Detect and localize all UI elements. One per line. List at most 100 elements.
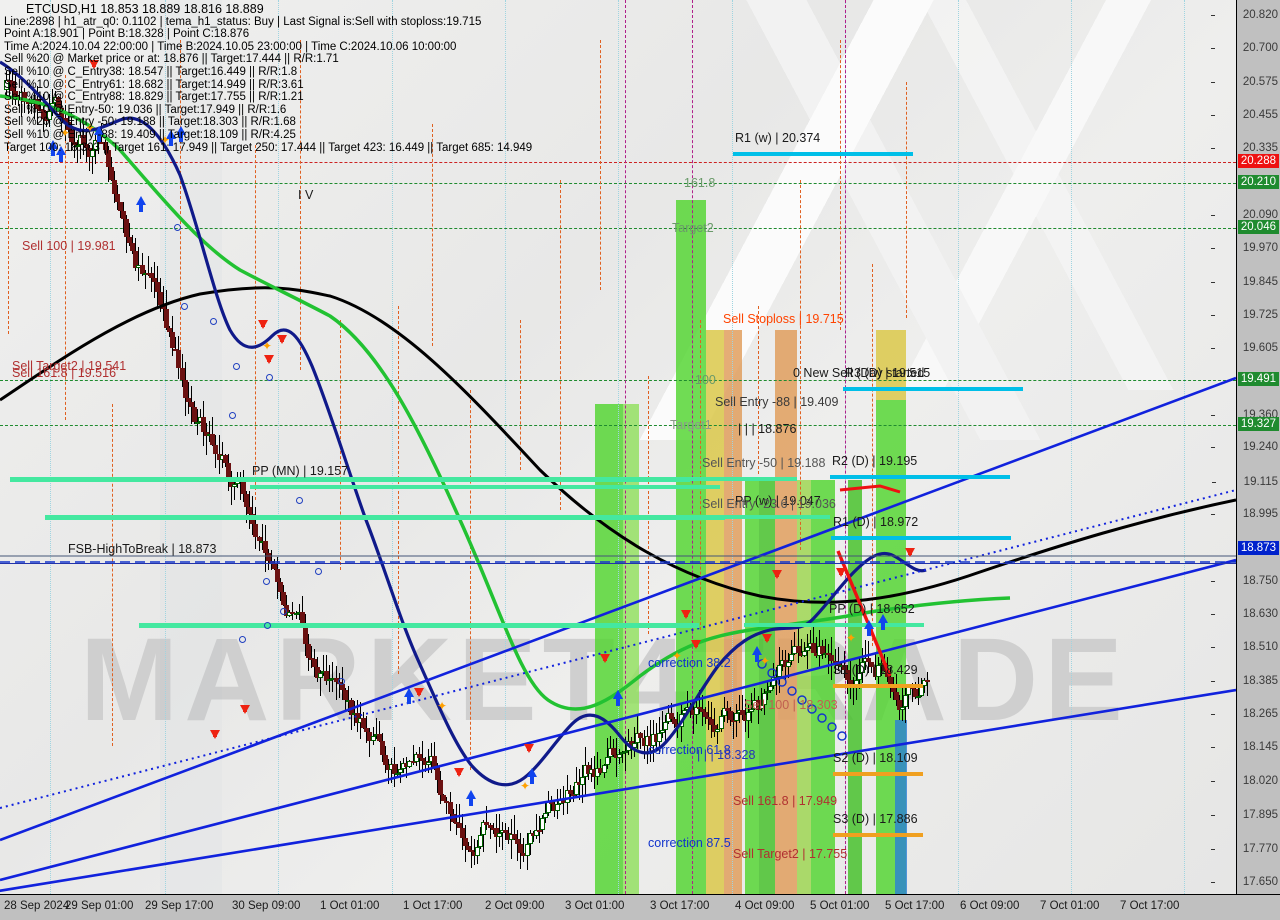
annotation-label: | | | 18.328 <box>697 747 756 762</box>
annotation-label: Target2 <box>672 221 714 235</box>
star-marker-icon: ✦ <box>520 779 531 793</box>
buy-arrow-icon <box>466 790 476 806</box>
price-tick-label: 19.845 <box>1210 276 1278 288</box>
annotation-label: Sell 100 | 19.981 <box>22 238 116 253</box>
info-line-2: Time A:2024.10.04 22:00:00 | Time B:2024… <box>4 40 457 53</box>
time-tick-label: 3 Oct 01:00 <box>565 900 625 912</box>
time-tick-label: 30 Sep 09:00 <box>232 900 301 912</box>
session-band <box>706 330 724 894</box>
pivot-level-line <box>10 476 690 482</box>
annotation-label: Sell 161.8 | 17.949 <box>733 794 838 809</box>
price-badge[interactable]: 20.046 <box>1237 220 1279 234</box>
fractal-circle-icon <box>280 608 287 615</box>
annotation-level-line <box>831 535 1011 540</box>
indicator-box-edge <box>340 320 341 570</box>
time-tick-label: 29 Sep 01:00 <box>65 900 134 912</box>
price-tick-mark <box>1210 713 1215 715</box>
session-band <box>775 330 797 894</box>
fractal-circle-icon <box>210 318 217 325</box>
annotation-label: R1 (D) | 18.972 <box>833 514 919 529</box>
price-badge[interactable]: 20.210 <box>1237 175 1279 190</box>
fractal-circle-icon <box>229 412 236 419</box>
price-tick-mark <box>1210 681 1215 683</box>
price-tick-label: 19.605 <box>1210 342 1278 354</box>
price-tick-mark <box>1210 815 1215 817</box>
price-tick-mark <box>1210 614 1215 616</box>
sell-arrow-icon <box>524 744 534 753</box>
annotation-label: correction 38.2 <box>648 655 731 670</box>
pivot-level-line <box>139 623 699 629</box>
price-tick-mark <box>1210 314 1215 316</box>
price-badge[interactable]: 19.491 <box>1237 371 1279 386</box>
buy-arrow-icon <box>404 688 414 704</box>
indicator-box-edge <box>432 124 433 346</box>
fractal-circle-icon <box>233 363 240 370</box>
buy-arrow-icon <box>136 196 146 212</box>
price-tick-mark <box>1210 115 1215 117</box>
annotation-level-line <box>830 474 1010 479</box>
indicator-box-edge <box>906 82 907 318</box>
indicator-box-edge <box>255 145 256 500</box>
annotation-level-line <box>250 485 720 490</box>
sell-arrow-icon <box>258 320 268 329</box>
candle-wick <box>806 634 808 669</box>
candle-wick <box>692 699 694 734</box>
info-line-8: Sell %20 @ Entry -50: 19.188 || Target:1… <box>4 116 296 129</box>
price-axis[interactable]: 20.820 20.700 20.575 20.455 20.335 20.090 19.9… <box>1210 0 1280 894</box>
annotation-label: Sell Stoploss | 19.715 <box>723 311 844 326</box>
candle-wick <box>714 707 716 737</box>
info-text-lines: Line:2898 | h1_atr_q0: 0.1102 | tema_h1_… <box>4 16 532 155</box>
price-badge[interactable]: 19.327 <box>1237 416 1279 431</box>
pivot-level-line <box>45 515 725 521</box>
annotation-label: PP (D) | 18.652 <box>829 602 915 617</box>
time-tick-label: 3 Oct 17:00 <box>650 900 710 912</box>
grid-line-vertical <box>1184 0 1185 894</box>
sell-arrow-icon <box>414 688 424 697</box>
price-tick-label: 20.575 <box>1210 76 1278 88</box>
annotation-level-line <box>833 771 923 776</box>
price-tick-label: 20.335 <box>1210 142 1278 154</box>
sell-arrow-icon <box>454 768 464 777</box>
candle-wick <box>926 671 928 696</box>
chart-plot-area[interactable]: MARKET4TRADE <box>0 0 1236 894</box>
star-marker-icon: ✦ <box>846 631 857 645</box>
time-tick-label: 1 Oct 01:00 <box>320 900 380 912</box>
annotation-label: FSB-HighToBreak | 18.873 <box>68 541 217 556</box>
grid-line-vertical <box>1071 0 1072 894</box>
price-tick-label: 18.630 <box>1210 608 1278 620</box>
price-tick-label: 18.510 <box>1210 641 1278 653</box>
sell-arrow-icon <box>600 654 610 663</box>
annotation-level-line <box>843 387 1023 392</box>
level-line-red <box>0 161 1236 163</box>
candle-wick <box>739 694 741 723</box>
annotation-label: R2 (D) | 19.195 <box>832 453 918 468</box>
indicator-box-edge <box>700 320 701 630</box>
time-axis[interactable]: 28 Sep 2024 29 Sep 01:00 29 Sep 17:00 30 Se… <box>0 894 1280 920</box>
buy-arrow-icon <box>878 614 888 630</box>
sell-arrow-icon <box>762 634 772 643</box>
fractal-circle-icon <box>338 678 345 685</box>
price-tick-mark <box>1210 48 1215 50</box>
price-badge[interactable]: 18.873 <box>1237 540 1279 555</box>
fractal-circle-icon <box>315 568 322 575</box>
annotation-level-line <box>650 515 830 520</box>
price-tick-mark <box>1210 581 1215 583</box>
sell-arrow-icon <box>691 640 701 649</box>
candle-wick <box>206 423 208 455</box>
annotation-label: Sell Target2 | 17.755 <box>733 847 848 862</box>
candle-wick <box>501 822 503 850</box>
info-line-6: Sell %10 @ C_Entry88: 18.829 || Target:1… <box>4 91 304 104</box>
candle-wick <box>708 701 710 730</box>
price-badge[interactable]: 20.288 <box>1237 153 1279 168</box>
fractal-circle-icon <box>239 636 246 643</box>
time-tick-label: 7 Oct 01:00 <box>1040 900 1100 912</box>
time-tick-label: 5 Oct 01:00 <box>810 900 870 912</box>
session-band <box>895 720 907 894</box>
price-tick-mark <box>1210 347 1215 349</box>
indicator-box-edge <box>560 180 561 510</box>
indicator-info-block: ETCUSD,H1 18.853 18.889 18.816 18.889 Li… <box>4 3 532 154</box>
time-tick-label: 29 Sep 17:00 <box>145 900 214 912</box>
star-marker-icon: ✦ <box>437 699 448 713</box>
annotation-level-line <box>833 684 923 689</box>
grid-line-vertical <box>958 0 959 894</box>
